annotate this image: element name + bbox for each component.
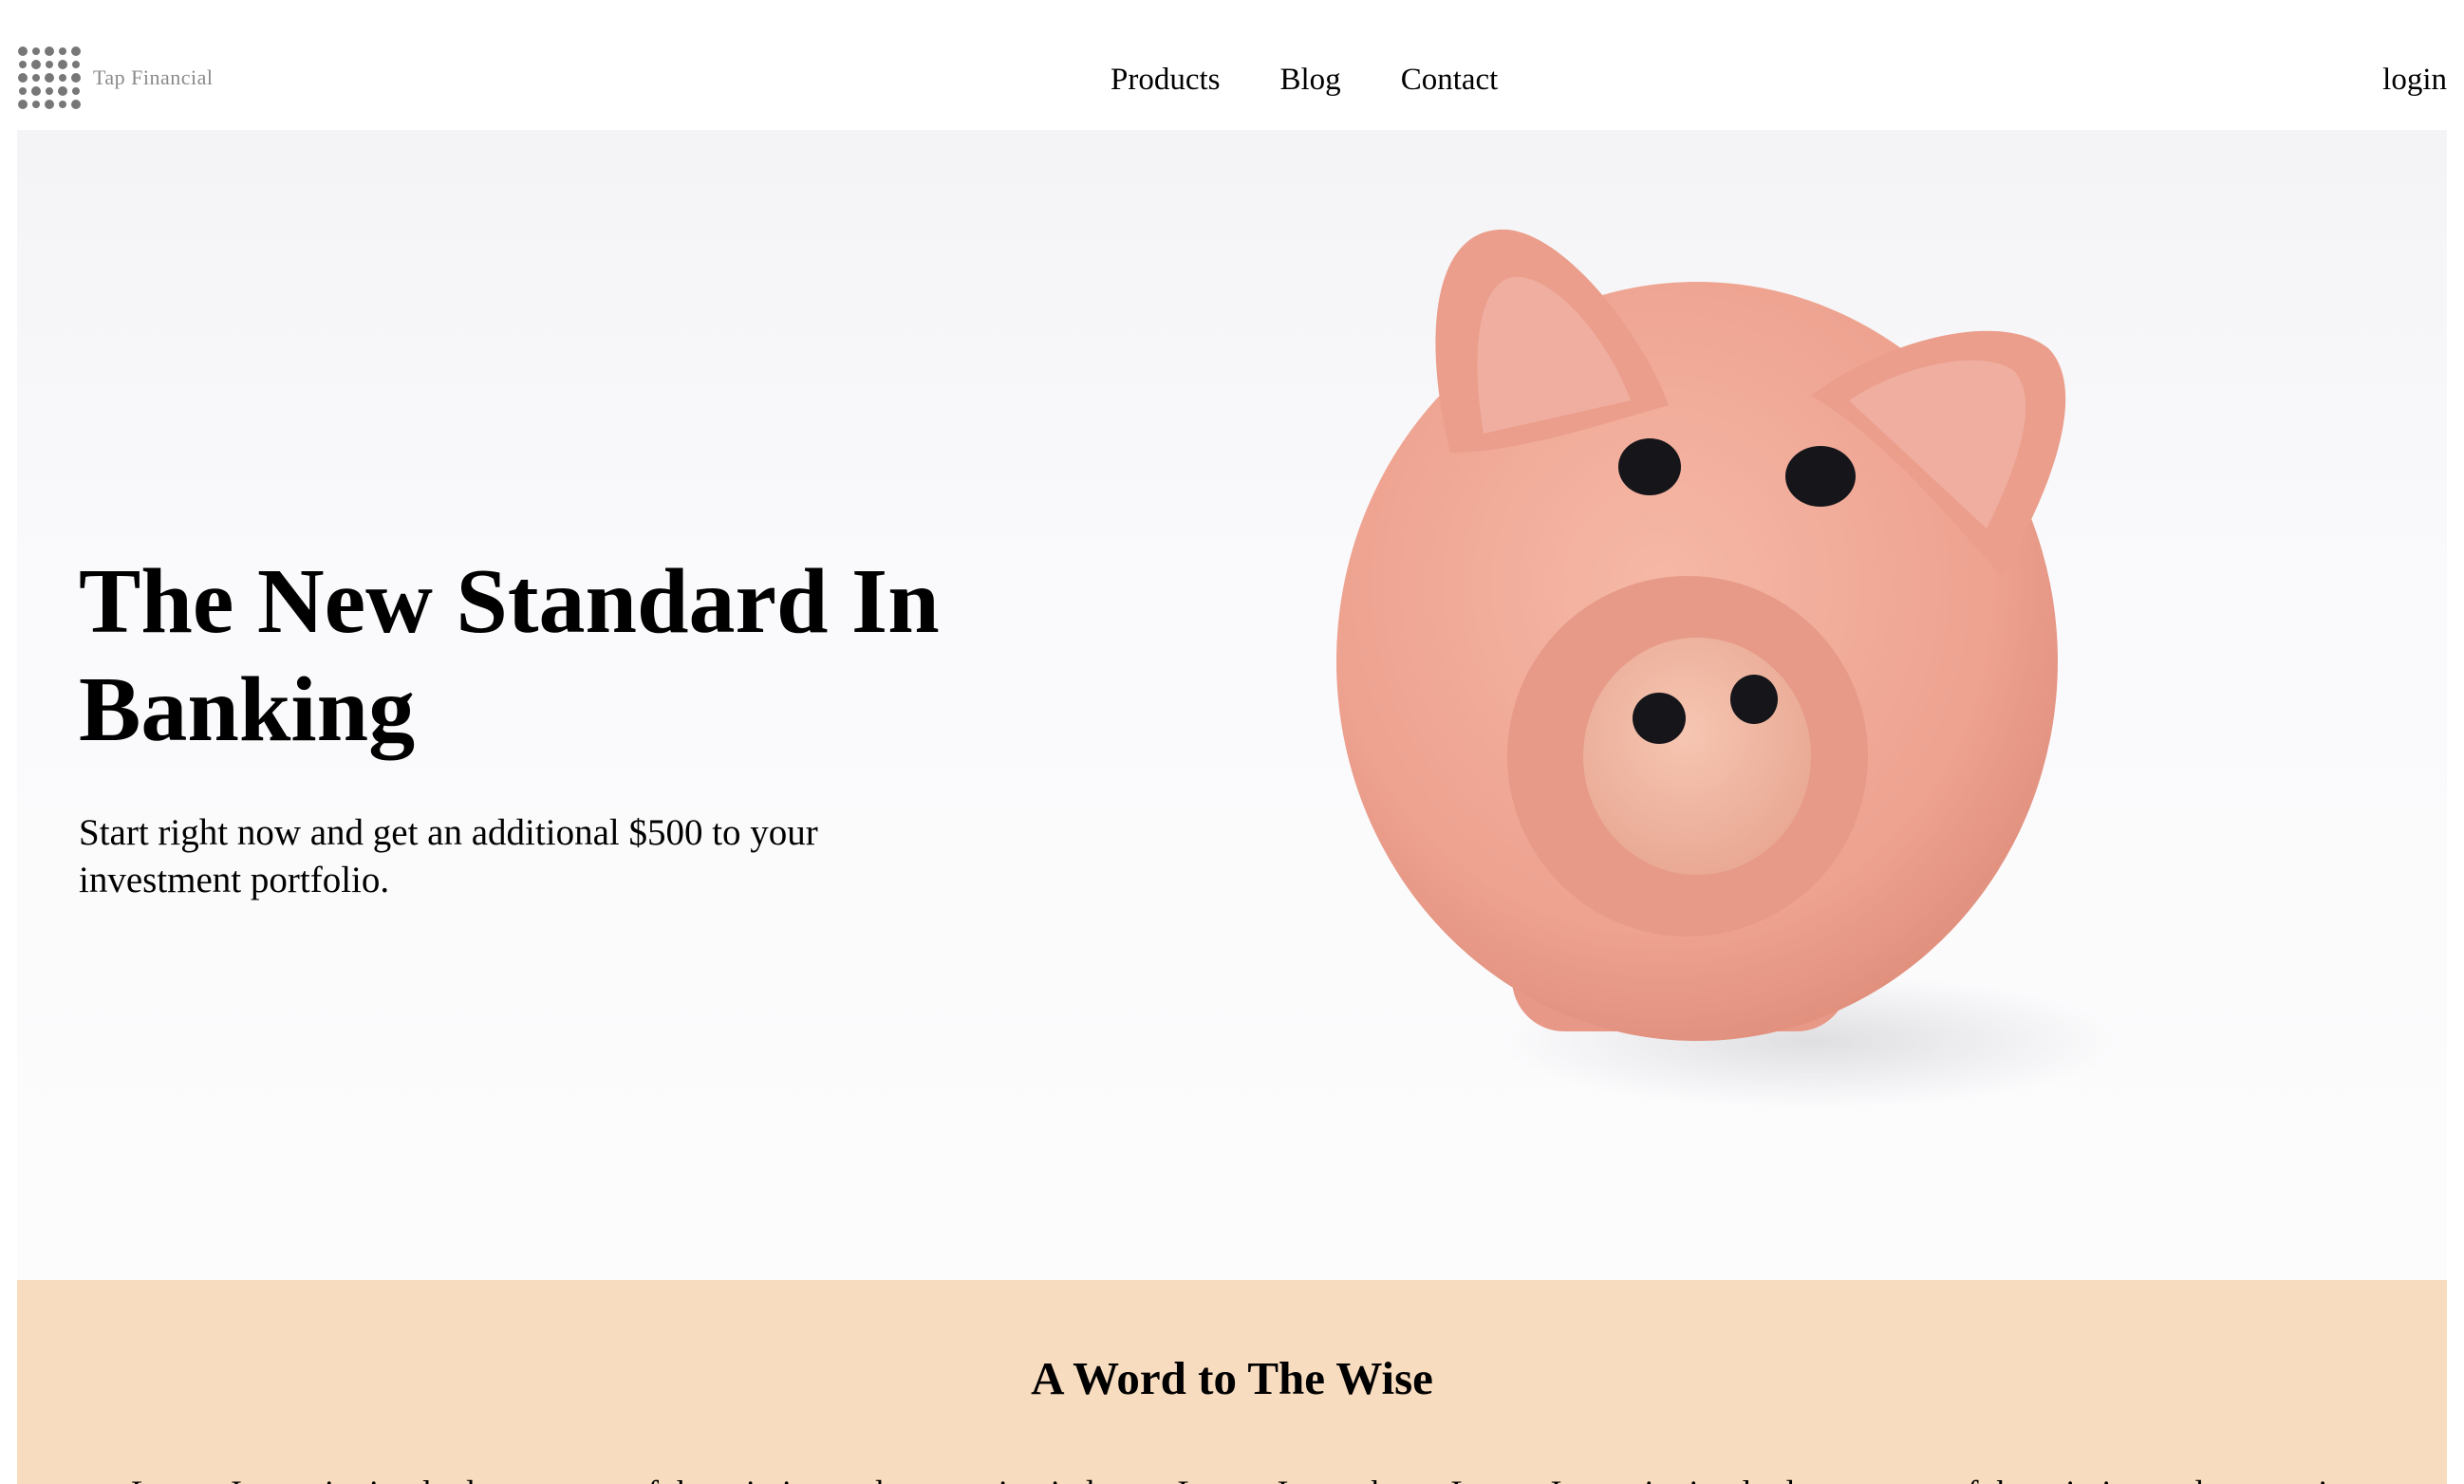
hero-copy: The New Standard In Banking Start right … <box>79 547 1028 904</box>
site-header: Tap Financial Products Blog Contact logi… <box>0 0 2464 130</box>
nav-link-products[interactable]: Products <box>1111 63 1221 98</box>
piggy-eye-right <box>1785 446 1856 507</box>
section-body-text: Lorem Ipsum is simply dummy text of the … <box>131 1470 2333 1484</box>
hero-subtitle: Start right now and get an additional $5… <box>79 812 818 900</box>
word-to-the-wise-section: A Word to The Wise Lorem Ipsum is simply… <box>17 1280 2447 1484</box>
nav-link-contact[interactable]: Contact <box>1401 63 1499 98</box>
main-nav: Products Blog Contact <box>1111 63 1498 98</box>
nav-link-blog[interactable]: Blog <box>1280 63 1341 98</box>
hero-section: The New Standard In Banking Start right … <box>17 130 2447 1280</box>
login-link[interactable]: login <box>2382 63 2447 98</box>
logo[interactable]: Tap Financial <box>17 46 214 110</box>
piggy-bank-image <box>1336 229 2124 1107</box>
logo-text: Tap Financial <box>93 65 214 89</box>
piggy-nostril-right <box>1730 675 1778 724</box>
hero-title: The New Standard In Banking <box>79 550 940 761</box>
logo-mark-icon <box>18 46 81 109</box>
piggy-snout <box>1583 638 1811 875</box>
piggy-nostril-left <box>1633 693 1686 744</box>
section-title: A Word to The Wise <box>1031 1352 1433 1404</box>
piggy-eye-left <box>1618 438 1681 495</box>
